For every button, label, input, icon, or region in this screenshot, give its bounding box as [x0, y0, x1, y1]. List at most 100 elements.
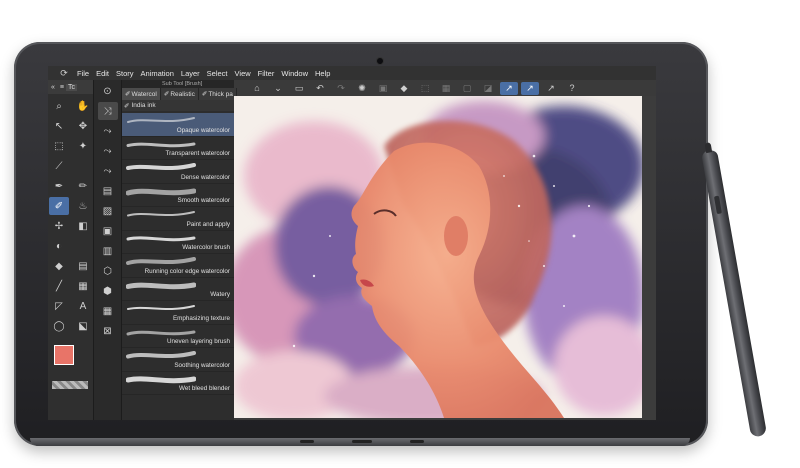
tool-tab-label[interactable]: Tc [66, 83, 77, 91]
brush-item[interactable]: Watery [122, 278, 234, 301]
app-logo-icon[interactable]: ⟳ [58, 67, 70, 79]
brush-item[interactable]: Emphasizing texture [122, 301, 234, 325]
crop-icon[interactable]: ▦ [437, 82, 455, 95]
menu-edit[interactable]: Edit [96, 69, 109, 78]
fill-icon[interactable]: ◆ [395, 82, 413, 95]
fill-bucket-icon[interactable]: ◆ [49, 257, 69, 275]
layer-icon[interactable]: ▤ [98, 182, 118, 200]
hand-icon[interactable]: ✋ [73, 97, 93, 115]
operation-icon[interactable]: ↖ [49, 117, 69, 135]
brush-item[interactable]: Opaque watercolor [122, 113, 234, 137]
menu-story[interactable]: Story [116, 69, 134, 78]
cube-icon[interactable]: ⬡ [98, 262, 118, 280]
eraser-icon[interactable]: ◧ [73, 217, 93, 235]
help-icon[interactable]: ? [563, 82, 581, 95]
oil-paint-icon[interactable]: ⤳ [98, 142, 118, 160]
gradient-icon[interactable]: ▤ [73, 257, 93, 275]
move-icon[interactable]: ✥ [73, 117, 93, 135]
text-icon[interactable]: A [73, 297, 93, 315]
brush-item[interactable]: Smooth watercolor [122, 184, 234, 207]
redo-icon[interactable]: ↷ [332, 82, 350, 95]
layer-property-icon[interactable]: ▨ [98, 202, 118, 220]
figure-icon[interactable]: ╱ [49, 277, 69, 295]
pen-icon[interactable]: ✒ [49, 177, 69, 195]
brush-item[interactable]: Dense watercolor [122, 160, 234, 184]
tab-watercolor[interactable]: ✐ Watercol [122, 88, 161, 100]
zoom-icon[interactable]: ⌕ [49, 97, 69, 115]
brush-group-icon[interactable]: ⤨ [97, 102, 118, 120]
blank-tool [73, 237, 93, 255]
airbrush-icon[interactable]: ♨ [73, 197, 93, 215]
brush-name-label: Soothing watercolor [174, 361, 230, 369]
decoration-icon[interactable]: ✢ [49, 217, 69, 235]
tab-realistic[interactable]: ✐ Realistic [161, 88, 199, 100]
brush-item[interactable]: Uneven layering brush [122, 325, 234, 348]
menu-select[interactable]: Select [207, 69, 228, 78]
blend-icon[interactable]: ◐ [49, 237, 69, 255]
menu-filter[interactable]: Filter [258, 69, 275, 78]
menu-help[interactable]: Help [315, 69, 330, 78]
menu-view[interactable]: View [235, 69, 251, 78]
special-ruler-snap-icon[interactable]: ↗ [521, 81, 539, 95]
tab-thick-paint[interactable]: ✐ Thick pa [199, 88, 237, 100]
brush-item[interactable]: Running color edge watercolor [122, 254, 234, 278]
sub-tool-menu-icon[interactable]: ⊙ [98, 82, 118, 100]
new-canvas-icon[interactable]: ⌂ [248, 82, 266, 95]
invert-icon[interactable]: ◪ [479, 82, 497, 95]
back-icon[interactable]: « [48, 84, 58, 91]
ruler-snap-icon[interactable]: ↗ [500, 81, 518, 95]
drawing-canvas[interactable] [234, 96, 642, 418]
chevron-down-icon[interactable]: ⌄ [269, 82, 287, 95]
loading-icon[interactable]: ✺ [353, 82, 371, 95]
material-3d-icon[interactable]: ⬢ [98, 282, 118, 300]
brush-icon: ✐ [124, 102, 130, 110]
selection-icon[interactable]: ⬚ [49, 137, 69, 155]
brush-item[interactable]: Watercolor brush [122, 231, 234, 254]
tab-india-ink[interactable]: ✐ India ink [122, 100, 234, 111]
deselect-icon[interactable]: ▢ [458, 82, 476, 95]
command-bar: ⌂ ⌄ ▭ ↶ ↷ ✺ ▣ ◆ ⬚ ▦ ▢ ◪ ↗ ↗ ↗ ? [234, 80, 656, 96]
watercolor-portrait-artwork [234, 96, 642, 418]
navigator-icon[interactable]: ▣ [98, 222, 118, 240]
brush-icon[interactable]: ✐ [49, 197, 69, 215]
main-color-swatch[interactable] [54, 345, 74, 365]
magic-wand-icon[interactable]: ✦ [73, 137, 93, 155]
close-icon[interactable]: ⊠ [98, 322, 118, 340]
history-icon[interactable]: ▦ [98, 302, 118, 320]
brush-item[interactable]: Paint and apply [122, 207, 234, 231]
undo-icon[interactable]: ↶ [311, 82, 329, 95]
ruler-icon[interactable]: ◸ [49, 297, 69, 315]
eyedropper-icon[interactable]: ⟋ [49, 157, 69, 175]
watercolor-icon[interactable]: ⤳ [98, 122, 118, 140]
ink-icon[interactable]: ⤳ [98, 162, 118, 180]
save-icon[interactable]: ▭ [290, 82, 308, 95]
brush-item[interactable]: Transparent watercolor [122, 137, 234, 160]
correct-line-icon[interactable]: ⬕ [73, 317, 93, 335]
brush-stroke-preview [127, 117, 195, 123]
brush-list: Opaque watercolor Transparent watercolor D… [122, 111, 234, 395]
brush-stroke-preview [126, 235, 196, 241]
brush-name-label: Watercolor brush [182, 244, 230, 251]
material-icon[interactable]: ▥ [98, 242, 118, 260]
balloon-icon[interactable]: ◯ [49, 317, 69, 335]
menu-file[interactable]: File [77, 69, 89, 78]
brush-name-label: Wet bleed blender [179, 385, 230, 392]
brush-name-label: Smooth watercolor [177, 197, 231, 204]
grid-snap-icon[interactable]: ↗ [542, 82, 560, 95]
menu-animation[interactable]: Animation [141, 69, 174, 78]
blank-tool [73, 157, 93, 175]
transparent-color-swatch[interactable] [52, 381, 88, 389]
brush-name-label: Watery [210, 291, 230, 298]
clear-icon[interactable]: ▣ [374, 82, 392, 95]
brush-item[interactable]: Wet bleed blender [122, 372, 234, 395]
pencil-icon[interactable]: ✏ [73, 177, 93, 195]
brush-icon: ✐ [201, 91, 208, 98]
menu-icon[interactable]: ≡ [58, 84, 66, 91]
sub-tool-icon-column: ⊙ ⤨ ⤳ ⤳ ⤳ ▤ ▨ ▣ ▥ ⬡ ⬢ ▦ ⊠ [94, 80, 122, 420]
frame-icon[interactable]: ▦ [73, 277, 93, 295]
front-camera [377, 58, 383, 64]
menu-layer[interactable]: Layer [181, 69, 200, 78]
menu-window[interactable]: Window [281, 69, 308, 78]
brush-item[interactable]: Soothing watercolor [122, 348, 234, 372]
transform-icon[interactable]: ⬚ [416, 82, 434, 95]
